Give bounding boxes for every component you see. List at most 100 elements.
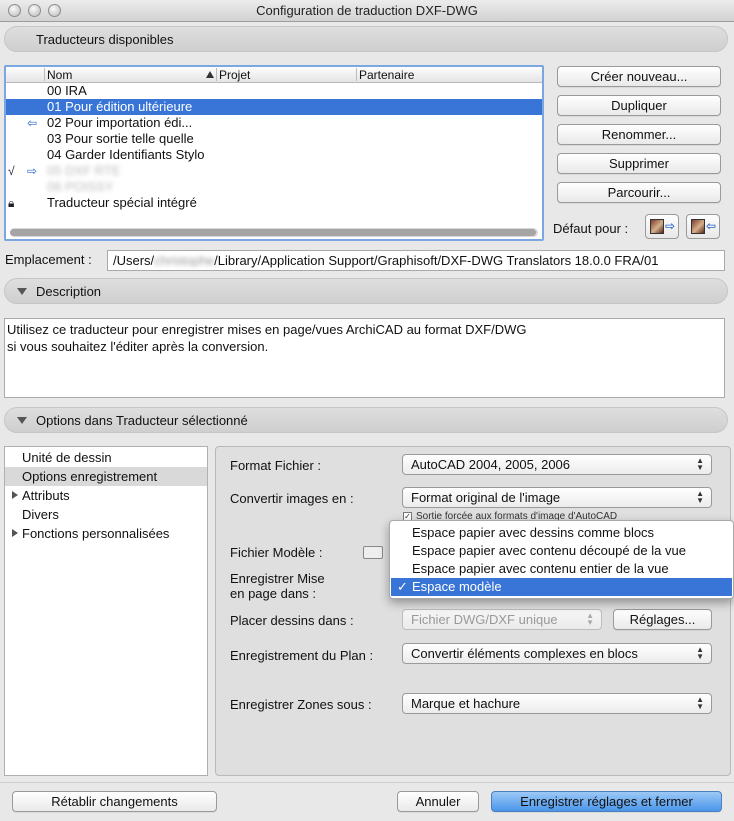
title-bar: Configuration de traduction DXF-DWG	[0, 0, 734, 22]
list-row-label: 05 DXF RTE	[47, 163, 121, 178]
options-category-list[interactable]: Unité de dessin Options enregistrement A…	[4, 446, 208, 776]
updown-arrows-icon: ▲ ▼	[696, 645, 704, 661]
dropdown-item-paper-blocks[interactable]: Espace papier avec dessins comme blocs	[391, 524, 732, 542]
translator-list[interactable]: Nom Projet Partenaire 00 IRA 01 Pour édi…	[4, 65, 544, 241]
updown-arrows-icon: ▲ ▼	[696, 695, 704, 711]
settings-button[interactable]: Réglages...	[613, 609, 712, 630]
list-row-00[interactable]: 00 IRA	[6, 83, 542, 99]
section-description[interactable]: Description	[4, 278, 728, 304]
category-label: Divers	[22, 507, 59, 522]
model-file-label: Fichier Modèle :	[230, 545, 323, 560]
import-arrow-icon: ⇦	[706, 219, 717, 233]
create-new-button[interactable]: Créer nouveau...	[557, 66, 721, 87]
cancel-button[interactable]: Annuler	[397, 791, 479, 812]
list-row-label: 03 Pour sortie telle quelle	[47, 131, 194, 146]
drawing-icon	[691, 219, 705, 234]
location-path-field[interactable]: /Users/christophe/Library/Application Su…	[107, 250, 725, 271]
category-label: Fonctions personnalisées	[22, 526, 170, 541]
column-header-name[interactable]: Nom	[47, 68, 72, 82]
checkmark-icon: ✓	[397, 579, 408, 594]
export-arrow-icon: ⇨	[27, 164, 38, 178]
place-drawings-label: Placer dessins dans :	[230, 613, 354, 628]
section-options[interactable]: Options dans Traducteur sélectionné	[4, 407, 728, 433]
export-arrow-icon: ⇨	[665, 219, 676, 233]
list-row-05[interactable]: √ ⇨ 05 DXF RTE	[6, 163, 542, 179]
section-available-translators: Traducteurs disponibles	[4, 26, 728, 52]
section-description-title: Description	[36, 284, 102, 299]
location-label: Emplacement :	[5, 252, 92, 267]
list-row-label: 02 Pour importation édi...	[47, 115, 193, 130]
dropdown-item-label: Espace papier avec contenu découpé de la…	[412, 543, 686, 558]
category-attributes[interactable]: Attributs	[5, 486, 207, 505]
path-user: christophe	[154, 253, 215, 268]
dropdown-item-label: Espace modèle	[412, 579, 502, 594]
column-header-project[interactable]: Projet	[219, 68, 250, 82]
place-drawings-value: Fichier DWG/DXF unique	[411, 612, 558, 627]
convert-images-label: Convertir images en :	[230, 491, 354, 506]
sort-ascending-icon	[206, 71, 214, 78]
column-separator	[44, 68, 45, 81]
section-options-title: Options dans Traducteur sélectionné	[36, 413, 248, 428]
category-drawing-unit[interactable]: Unité de dessin	[5, 448, 207, 467]
list-header: Nom Projet Partenaire	[6, 67, 542, 83]
format-value: AutoCAD 2004, 2005, 2006	[411, 457, 571, 472]
zones-save-popup[interactable]: Marque et hachure ▲ ▼	[402, 693, 712, 714]
list-row-02[interactable]: ⇦ 02 Pour importation édi...	[6, 115, 542, 131]
dropdown-item-label: Espace papier avec dessins comme blocs	[412, 525, 655, 540]
place-drawings-popup[interactable]: Fichier DWG/DXF unique ▲ ▼	[402, 609, 602, 630]
updown-arrows-icon: ▲ ▼	[696, 456, 704, 472]
model-file-icon[interactable]	[363, 546, 383, 559]
disclosure-triangle-icon[interactable]	[12, 529, 18, 537]
horizontal-scrollbar[interactable]	[10, 228, 538, 237]
category-label: Options enregistrement	[22, 469, 158, 484]
path-suffix: /Library/Application Support/Graphisoft/…	[214, 253, 659, 268]
save-and-close-button[interactable]: Enregistrer réglages et fermer	[491, 791, 722, 812]
duplicate-button[interactable]: Dupliquer	[557, 95, 721, 116]
plan-save-label: Enregistrement du Plan :	[230, 648, 374, 663]
save-layout-label-line2: en page dans :	[230, 586, 317, 601]
dropdown-item-label: Espace papier avec contenu entier de la …	[412, 561, 669, 576]
browse-button[interactable]: Parcourir...	[557, 182, 721, 203]
column-separator	[356, 68, 357, 81]
list-row-06[interactable]: 06 POISSY	[6, 179, 542, 195]
disclosure-triangle-icon	[17, 417, 27, 424]
convert-images-popup[interactable]: Format original de l'image ▲ ▼	[402, 487, 712, 508]
category-label: Attributs	[22, 488, 70, 503]
category-label: Unité de dessin	[22, 450, 112, 465]
category-misc[interactable]: Divers	[5, 505, 207, 524]
plan-save-popup[interactable]: Convertir éléments complexes en blocs ▲ ▼	[402, 643, 712, 664]
save-layout-dropdown-menu[interactable]: Espace papier avec dessins comme blocs E…	[389, 520, 734, 599]
default-import-button[interactable]: ⇦	[686, 214, 720, 239]
rename-button[interactable]: Renommer...	[557, 124, 721, 145]
column-header-partner[interactable]: Partenaire	[359, 68, 414, 82]
category-save-options[interactable]: Options enregistrement	[5, 467, 207, 486]
revert-changes-button[interactable]: Rétablir changements	[12, 791, 217, 812]
window-title: Configuration de traduction DXF-DWG	[256, 3, 478, 18]
updown-arrows-icon: ▲ ▼	[696, 489, 704, 505]
format-popup[interactable]: AutoCAD 2004, 2005, 2006 ▲ ▼	[402, 454, 712, 475]
description-line-1: Utilisez ce traducteur pour enregistrer …	[7, 322, 527, 337]
list-row-04[interactable]: 04 Garder Identifiants Stylo	[6, 147, 542, 163]
dropdown-item-model-space[interactable]: ✓ Espace modèle	[391, 578, 732, 596]
list-row-label: Traducteur spécial intégré	[47, 195, 197, 210]
default-export-button[interactable]: ⇨	[645, 214, 679, 239]
disclosure-triangle-icon[interactable]	[12, 491, 18, 499]
plan-save-value: Convertir éléments complexes en blocs	[411, 646, 638, 661]
delete-button[interactable]: Supprimer	[557, 153, 721, 174]
footer-divider	[0, 782, 734, 783]
list-row-01[interactable]: 01 Pour édition ultérieure	[6, 99, 542, 115]
list-row-label: 00 IRA	[47, 83, 87, 98]
dropdown-item-paper-full[interactable]: Espace papier avec contenu entier de la …	[391, 560, 732, 578]
drawing-icon	[650, 219, 664, 234]
category-custom-functions[interactable]: Fonctions personnalisées	[5, 524, 207, 543]
list-row-03[interactable]: 03 Pour sortie telle quelle	[6, 131, 542, 147]
list-row-builtin[interactable]: 🔒︎ Traducteur spécial intégré	[6, 195, 542, 211]
convert-images-value: Format original de l'image	[411, 490, 561, 505]
checkmark-icon: √	[8, 164, 15, 178]
zones-save-value: Marque et hachure	[411, 696, 521, 711]
dropdown-item-paper-clipped[interactable]: Espace papier avec contenu découpé de la…	[391, 542, 732, 560]
disclosure-triangle-icon	[17, 288, 27, 295]
scrollbar-thumb[interactable]	[10, 229, 536, 236]
lock-icon: 🔒︎	[8, 196, 15, 210]
save-layout-label-line1: Enregistrer Mise	[230, 571, 325, 586]
